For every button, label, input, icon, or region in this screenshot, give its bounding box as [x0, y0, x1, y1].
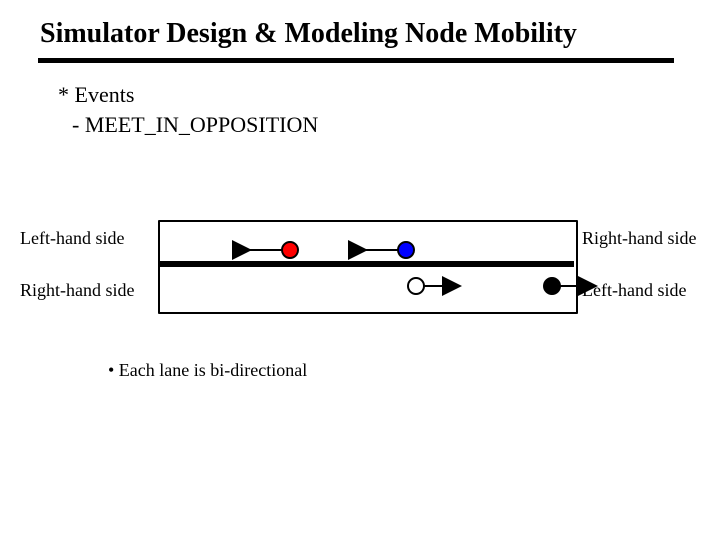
label-top-left: Left-hand side: [20, 228, 124, 249]
vehicle-node-icon: [398, 242, 414, 258]
vehicles-layer: [158, 220, 574, 310]
label-bottom-right: Left-hand side: [582, 280, 686, 301]
slide: Simulator Design & Modeling Node Mobilit…: [0, 0, 720, 540]
bullet-events: * Events: [58, 80, 318, 110]
label-top-right: Right-hand side: [582, 228, 697, 249]
note-bidirectional: • Each lane is bi-directional: [108, 360, 307, 381]
lane-bottom: [408, 278, 594, 294]
lane-top: [248, 242, 414, 258]
bullet-block: * Events - MEET_IN_OPPOSITION: [58, 80, 318, 139]
vehicle-node-icon: [408, 278, 424, 294]
bullet-meet-in-opposition: - MEET_IN_OPPOSITION: [72, 110, 318, 140]
slide-title: Simulator Design & Modeling Node Mobilit…: [40, 18, 680, 50]
vehicle-node-icon: [282, 242, 298, 258]
title-underline: [38, 58, 674, 63]
label-bottom-left: Right-hand side: [20, 280, 135, 301]
vehicle-node-icon: [544, 278, 560, 294]
